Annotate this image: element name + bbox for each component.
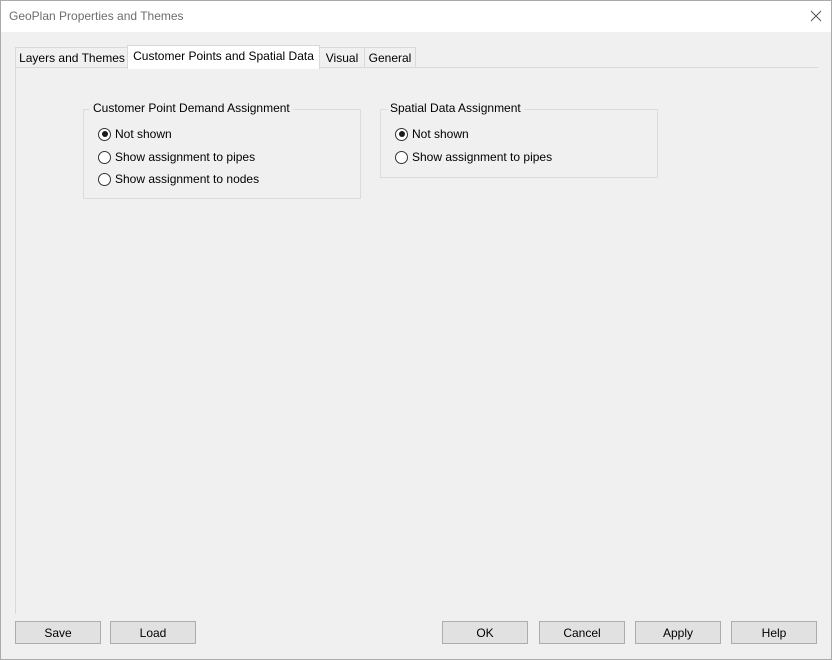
ok-button[interactable]: OK (442, 621, 528, 644)
help-button-label: Help (761, 626, 787, 640)
radio-button[interactable] (98, 172, 111, 186)
radio-label: Not shown (412, 127, 469, 141)
tab-label: General (368, 51, 412, 65)
close-icon (810, 10, 822, 22)
tab-layers-and-themes[interactable]: Layers and Themes (15, 47, 129, 68)
window-title: GeoPlan Properties and Themes (9, 9, 184, 23)
tab-label: Visual (325, 51, 359, 65)
cancel-button[interactable]: Cancel (539, 621, 625, 644)
tab-label: Layers and Themes (19, 51, 125, 65)
radio-button[interactable] (395, 150, 408, 164)
help-button[interactable]: Help (731, 621, 817, 644)
group-title: Spatial Data Assignment (387, 101, 524, 115)
save-button[interactable]: Save (15, 621, 101, 644)
customer-pipes-radio[interactable]: Show assignment to pipes (98, 149, 255, 165)
customer-point-demand-group: Customer Point Demand Assignment Not sho… (83, 101, 361, 199)
customer-nodes-radio[interactable]: Show assignment to nodes (98, 171, 259, 187)
apply-button[interactable]: Apply (635, 621, 721, 644)
radio-button-checked[interactable] (395, 127, 408, 141)
tab-label: Customer Points and Spatial Data (133, 49, 314, 63)
radio-label: Not shown (115, 127, 172, 141)
apply-button-label: Apply (662, 626, 694, 640)
tab-customer-points-and-spatial-data[interactable]: Customer Points and Spatial Data (127, 45, 320, 69)
group-title: Customer Point Demand Assignment (90, 101, 293, 115)
load-button-label: Load (139, 626, 167, 640)
spatial-not-shown-radio[interactable]: Not shown (395, 126, 469, 142)
ok-button-label: OK (476, 626, 494, 640)
tab-general[interactable]: General (364, 47, 416, 68)
radio-button-checked[interactable] (98, 127, 111, 141)
spatial-pipes-radio[interactable]: Show assignment to pipes (395, 149, 552, 165)
close-button[interactable] (801, 1, 831, 32)
radio-label: Show assignment to nodes (115, 172, 260, 186)
radio-button[interactable] (98, 150, 111, 164)
save-button-label: Save (44, 626, 72, 640)
tab-visual[interactable]: Visual (318, 47, 366, 68)
cancel-button-label: Cancel (563, 626, 601, 640)
dialog-window: GeoPlan Properties and Themes Layers and… (0, 0, 832, 660)
spatial-data-group: Spatial Data Assignment Not shown Show a… (380, 101, 658, 178)
load-button[interactable]: Load (110, 621, 196, 644)
title-bar: GeoPlan Properties and Themes (1, 1, 831, 32)
radio-label: Show assignment to pipes (412, 150, 553, 164)
radio-label: Show assignment to pipes (115, 150, 256, 164)
customer-not-shown-radio[interactable]: Not shown (98, 126, 172, 142)
